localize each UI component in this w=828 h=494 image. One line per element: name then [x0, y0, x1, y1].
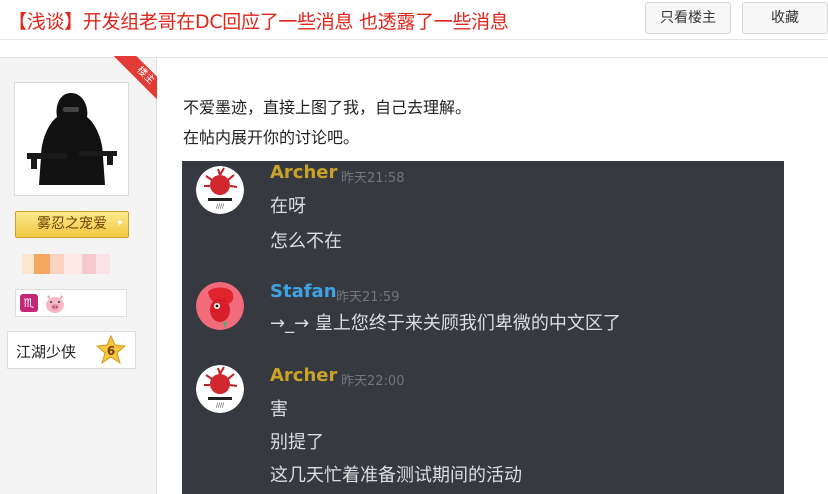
medal-row: ♏ [15, 289, 127, 317]
message-time: 昨天22:00 [341, 374, 405, 389]
level-number: 6 [107, 344, 115, 358]
message-line: →_→ 皇上您终于来关顾我们卑微的中文区了 [270, 313, 621, 334]
message-line: 别提了 [270, 432, 324, 453]
message-author[interactable]: Archer [270, 365, 337, 386]
message-line: 害 [270, 399, 288, 420]
post-text-line-1: 不爱墨迹，直接上图了我，自己去理解。 [183, 98, 472, 117]
thread-header: 【浅谈】开发组老哥在DC回应了一些消息 也透露了一些消息 只看楼主 收藏 [0, 0, 828, 40]
scorpio-icon[interactable]: ♏ [20, 294, 38, 312]
rank-badge-label: 雾忍之宠爱 [37, 216, 107, 232]
thread-title: 【浅谈】开发组老哥在DC回应了一些消息 也透露了一些消息 [8, 11, 509, 33]
svg-text:////: //// [216, 402, 225, 409]
sparkle-icon: ✦ [115, 218, 124, 229]
level-title: 江湖少侠 [16, 343, 77, 361]
message-line: 在呀 [270, 196, 306, 217]
rank-badge: 雾忍之宠爱 ✦ [15, 211, 129, 238]
message-author[interactable]: Archer [270, 162, 337, 183]
archer-avatar: //// [196, 166, 244, 214]
level-star-icon: 6 [96, 335, 126, 365]
author-avatar[interactable] [14, 82, 129, 196]
svg-text:////: //// [216, 203, 225, 210]
message-time: 昨天21:58 [341, 171, 405, 186]
message-time: 昨天21:59 [336, 290, 400, 305]
favorite-button[interactable]: 收藏 [742, 2, 828, 34]
message-line: 怎么不在 [270, 231, 342, 252]
hooded-figure-image [19, 87, 124, 191]
message-line: 这几天忙着准备测试期间的活动 [270, 465, 522, 486]
user-level: 江湖少侠 6 [7, 331, 136, 369]
forum-post-view: 【浅谈】开发组老哥在DC回应了一些消息 也透露了一些消息 只看楼主 收藏 楼主 … [0, 0, 828, 494]
only-op-button[interactable]: 只看楼主 [645, 2, 731, 34]
stafan-avatar [196, 282, 244, 330]
archer-avatar: //// [196, 365, 244, 413]
discord-screenshot: //// Archer 昨天21:58 在呀 怎么不在 Stafan 昨天21:… [182, 161, 784, 494]
pig-icon[interactable] [44, 293, 66, 314]
post-content: 不爱墨迹，直接上图了我，自己去理解。 在帖内展开你的讨论吧。 //// Arch… [158, 58, 828, 494]
post-text-line-2: 在帖内展开你的讨论吧。 [183, 128, 360, 147]
message-author[interactable]: Stafan [270, 281, 337, 302]
blurred-info [22, 254, 112, 274]
